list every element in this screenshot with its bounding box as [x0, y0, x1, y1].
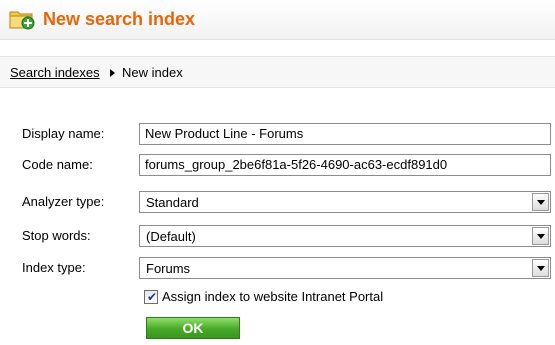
- stop-words-value: (Default): [146, 229, 196, 244]
- breadcrumb: Search indexes New index: [0, 56, 555, 88]
- display-name-input[interactable]: New Product Line - Forums: [139, 123, 551, 145]
- breadcrumb-search-indexes-link[interactable]: Search indexes: [10, 65, 100, 80]
- assign-index-checkbox[interactable]: ✔: [144, 290, 158, 304]
- chevron-down-icon: [537, 266, 545, 271]
- chevron-down-icon: [537, 200, 545, 205]
- folder-add-icon: [9, 11, 35, 30]
- chevron-down-icon: [537, 234, 545, 239]
- index-type-select[interactable]: Forums: [139, 257, 551, 279]
- index-type-label: Index type:: [22, 260, 86, 275]
- ok-button[interactable]: OK: [146, 317, 240, 339]
- stop-words-label: Stop words:: [22, 228, 91, 243]
- display-name-label: Display name:: [22, 126, 105, 141]
- page-header: New search index: [0, 0, 555, 40]
- breadcrumb-arrow-icon: [110, 69, 115, 77]
- analyzer-type-value: Standard: [146, 195, 199, 210]
- code-name-input[interactable]: forums_group_2be6f81a-5f26-4690-ac63-ecd…: [139, 154, 551, 176]
- code-name-label: Code name:: [22, 157, 93, 172]
- assign-index-label: Assign index to website Intranet Portal: [162, 289, 384, 304]
- index-type-value: Forums: [146, 261, 191, 276]
- page-title: New search index: [43, 9, 196, 29]
- dropdown-button[interactable]: [532, 259, 549, 277]
- dropdown-button[interactable]: [532, 227, 549, 245]
- analyzer-type-label: Analyzer type:: [22, 194, 105, 209]
- checkmark-icon: ✔: [147, 290, 158, 304]
- stop-words-select[interactable]: (Default): [139, 225, 551, 247]
- analyzer-type-select[interactable]: Standard: [139, 191, 551, 213]
- breadcrumb-current: New index: [122, 65, 183, 80]
- dropdown-button[interactable]: [532, 193, 549, 211]
